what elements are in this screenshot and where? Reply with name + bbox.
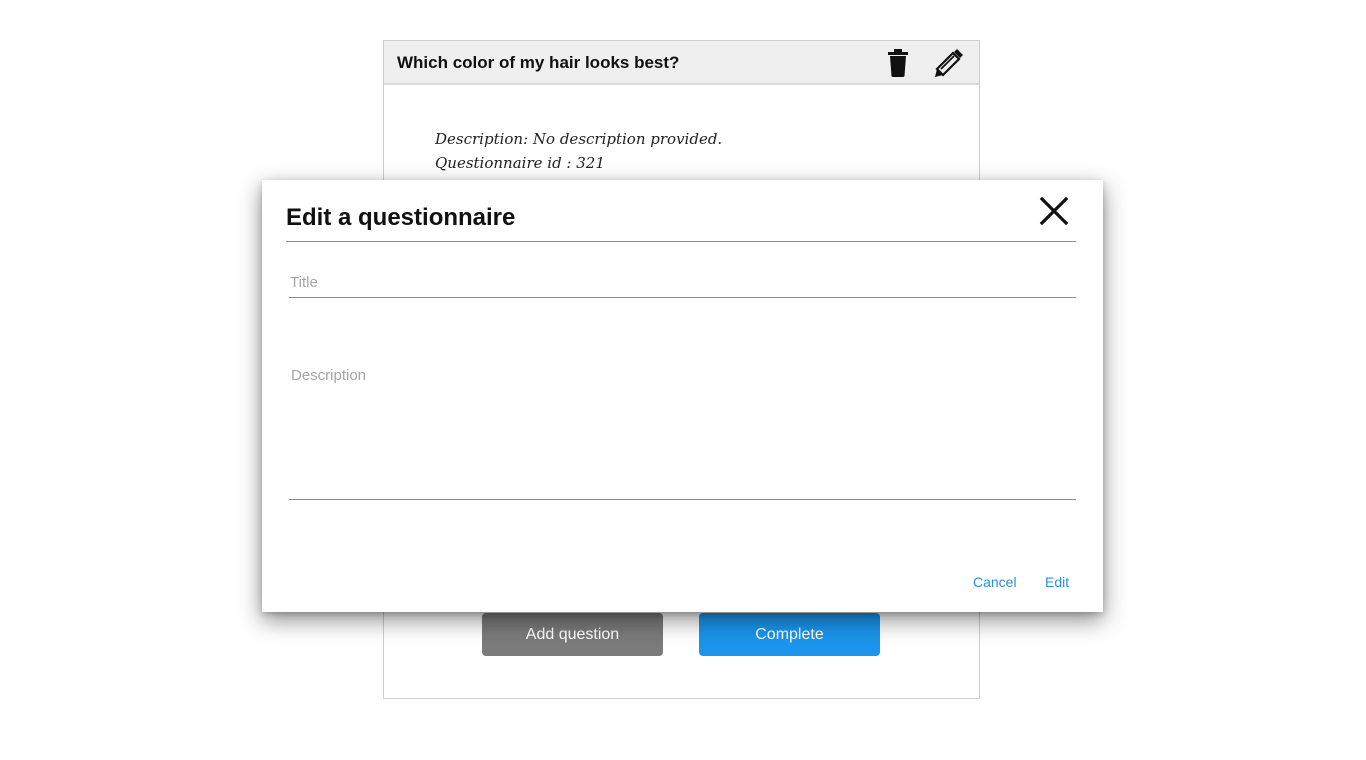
pencil-icon [935,49,963,77]
questionnaire-id-text: Questionnaire id : 321 [435,154,605,172]
dialog-divider [286,241,1076,242]
dialog-title: Edit a questionnaire [286,204,516,231]
title-input[interactable] [289,267,1076,298]
trash-icon [888,49,908,77]
cancel-button[interactable]: Cancel [973,574,1017,590]
close-button[interactable] [1038,195,1070,227]
complete-button[interactable]: Complete [699,613,880,656]
description-textarea[interactable] [289,365,1076,500]
edit-questionnaire-dialog: Edit a questionnaire Cancel Edit [262,180,1103,612]
edit-button[interactable]: Edit [1045,574,1069,590]
questionnaire-title: Which color of my hair looks best? [397,53,680,72]
description-text: Description: No description provided. [435,130,723,148]
close-icon [1039,196,1069,226]
edit-questionnaire-button[interactable] [933,47,965,79]
card-body: Description: No description provided. Qu… [435,127,722,175]
card-header: Which color of my hair looks best? [384,41,979,85]
add-question-button[interactable]: Add question [482,613,663,656]
delete-button[interactable] [882,47,914,79]
